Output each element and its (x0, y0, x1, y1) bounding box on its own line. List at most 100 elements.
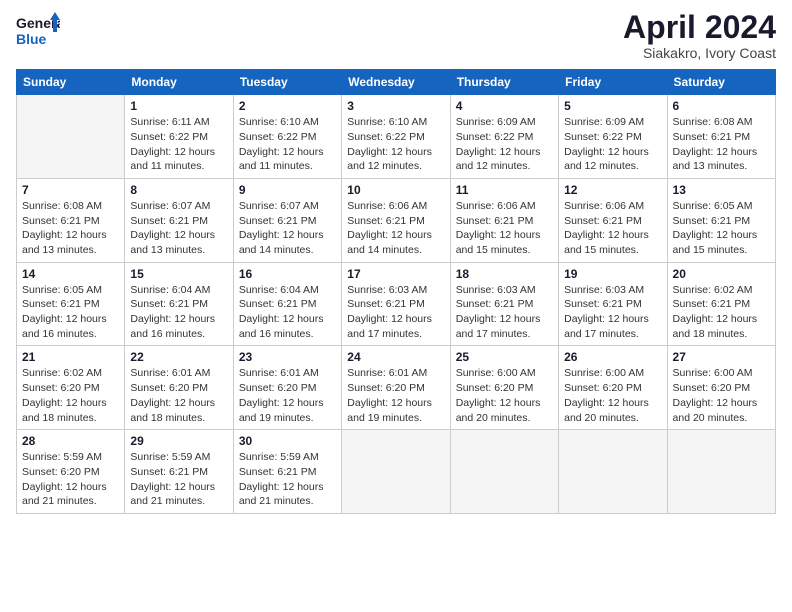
sunrise-text: Sunrise: 6:07 AM (130, 200, 210, 212)
sunset-text: Sunset: 6:20 PM (239, 382, 317, 394)
sunrise-text: Sunrise: 6:10 AM (347, 116, 427, 128)
daylight-text: Daylight: 12 hours and 20 minutes. (456, 397, 541, 424)
sunrise-text: Sunrise: 6:08 AM (673, 116, 753, 128)
sunrise-text: Sunrise: 6:00 AM (673, 367, 753, 379)
day-number: 25 (456, 350, 553, 364)
sunset-text: Sunset: 6:21 PM (564, 215, 642, 227)
sunset-text: Sunset: 6:20 PM (347, 382, 425, 394)
week-row-1: 1 Sunrise: 6:11 AM Sunset: 6:22 PM Dayli… (17, 95, 776, 179)
day-info: Sunrise: 6:05 AM Sunset: 6:21 PM Dayligh… (673, 199, 770, 258)
sunrise-text: Sunrise: 6:06 AM (456, 200, 536, 212)
sunrise-text: Sunrise: 6:00 AM (564, 367, 644, 379)
day-number: 28 (22, 434, 119, 448)
calendar-cell: 25 Sunrise: 6:00 AM Sunset: 6:20 PM Dayl… (450, 346, 558, 430)
sunrise-text: Sunrise: 5:59 AM (239, 451, 319, 463)
calendar-cell: 6 Sunrise: 6:08 AM Sunset: 6:21 PM Dayli… (667, 95, 775, 179)
calendar-cell: 24 Sunrise: 6:01 AM Sunset: 6:20 PM Dayl… (342, 346, 450, 430)
calendar-cell: 11 Sunrise: 6:06 AM Sunset: 6:21 PM Dayl… (450, 178, 558, 262)
sunset-text: Sunset: 6:20 PM (22, 466, 100, 478)
header-day-sunday: Sunday (17, 70, 125, 95)
day-info: Sunrise: 6:04 AM Sunset: 6:21 PM Dayligh… (130, 283, 227, 342)
day-info: Sunrise: 6:01 AM Sunset: 6:20 PM Dayligh… (347, 366, 444, 425)
calendar-cell: 20 Sunrise: 6:02 AM Sunset: 6:21 PM Dayl… (667, 262, 775, 346)
day-number: 16 (239, 267, 336, 281)
sunset-text: Sunset: 6:21 PM (239, 466, 317, 478)
calendar-cell: 7 Sunrise: 6:08 AM Sunset: 6:21 PM Dayli… (17, 178, 125, 262)
sunrise-text: Sunrise: 6:06 AM (347, 200, 427, 212)
week-row-3: 14 Sunrise: 6:05 AM Sunset: 6:21 PM Dayl… (17, 262, 776, 346)
sunrise-text: Sunrise: 6:06 AM (564, 200, 644, 212)
day-number: 9 (239, 183, 336, 197)
day-number: 1 (130, 99, 227, 113)
calendar-cell (667, 430, 775, 514)
daylight-text: Daylight: 12 hours and 18 minutes. (130, 397, 215, 424)
sunset-text: Sunset: 6:21 PM (130, 466, 208, 478)
day-info: Sunrise: 6:06 AM Sunset: 6:21 PM Dayligh… (347, 199, 444, 258)
daylight-text: Daylight: 12 hours and 17 minutes. (347, 313, 432, 340)
sunrise-text: Sunrise: 6:01 AM (130, 367, 210, 379)
sunset-text: Sunset: 6:22 PM (564, 131, 642, 143)
day-number: 19 (564, 267, 661, 281)
daylight-text: Daylight: 12 hours and 11 minutes. (239, 146, 324, 173)
sunset-text: Sunset: 6:21 PM (22, 298, 100, 310)
daylight-text: Daylight: 12 hours and 16 minutes. (22, 313, 107, 340)
sunset-text: Sunset: 6:20 PM (22, 382, 100, 394)
calendar-cell: 13 Sunrise: 6:05 AM Sunset: 6:21 PM Dayl… (667, 178, 775, 262)
sunrise-text: Sunrise: 6:08 AM (22, 200, 102, 212)
sunrise-text: Sunrise: 6:03 AM (347, 284, 427, 296)
sunrise-text: Sunrise: 6:00 AM (456, 367, 536, 379)
sunrise-text: Sunrise: 6:01 AM (239, 367, 319, 379)
calendar-cell: 8 Sunrise: 6:07 AM Sunset: 6:21 PM Dayli… (125, 178, 233, 262)
sunset-text: Sunset: 6:22 PM (456, 131, 534, 143)
calendar-cell: 23 Sunrise: 6:01 AM Sunset: 6:20 PM Dayl… (233, 346, 341, 430)
calendar-cell: 27 Sunrise: 6:00 AM Sunset: 6:20 PM Dayl… (667, 346, 775, 430)
sunset-text: Sunset: 6:20 PM (130, 382, 208, 394)
sunset-text: Sunset: 6:21 PM (22, 215, 100, 227)
header-day-saturday: Saturday (667, 70, 775, 95)
day-info: Sunrise: 6:00 AM Sunset: 6:20 PM Dayligh… (673, 366, 770, 425)
day-info: Sunrise: 6:01 AM Sunset: 6:20 PM Dayligh… (239, 366, 336, 425)
day-info: Sunrise: 6:00 AM Sunset: 6:20 PM Dayligh… (564, 366, 661, 425)
daylight-text: Daylight: 12 hours and 15 minutes. (564, 229, 649, 256)
daylight-text: Daylight: 12 hours and 21 minutes. (22, 481, 107, 508)
sunrise-text: Sunrise: 6:10 AM (239, 116, 319, 128)
sunrise-text: Sunrise: 6:04 AM (239, 284, 319, 296)
daylight-text: Daylight: 12 hours and 18 minutes. (22, 397, 107, 424)
day-number: 11 (456, 183, 553, 197)
day-info: Sunrise: 6:03 AM Sunset: 6:21 PM Dayligh… (564, 283, 661, 342)
sunset-text: Sunset: 6:21 PM (130, 215, 208, 227)
day-number: 10 (347, 183, 444, 197)
sunset-text: Sunset: 6:22 PM (130, 131, 208, 143)
week-row-4: 21 Sunrise: 6:02 AM Sunset: 6:20 PM Dayl… (17, 346, 776, 430)
header: General Blue April 2024 Siakakro, Ivory … (16, 10, 776, 61)
day-number: 6 (673, 99, 770, 113)
day-number: 18 (456, 267, 553, 281)
day-number: 13 (673, 183, 770, 197)
day-info: Sunrise: 6:02 AM Sunset: 6:21 PM Dayligh… (673, 283, 770, 342)
calendar-cell: 19 Sunrise: 6:03 AM Sunset: 6:21 PM Dayl… (559, 262, 667, 346)
sunrise-text: Sunrise: 6:09 AM (564, 116, 644, 128)
daylight-text: Daylight: 12 hours and 16 minutes. (130, 313, 215, 340)
day-number: 29 (130, 434, 227, 448)
daylight-text: Daylight: 12 hours and 17 minutes. (564, 313, 649, 340)
daylight-text: Daylight: 12 hours and 15 minutes. (673, 229, 758, 256)
calendar-cell: 4 Sunrise: 6:09 AM Sunset: 6:22 PM Dayli… (450, 95, 558, 179)
calendar-cell: 5 Sunrise: 6:09 AM Sunset: 6:22 PM Dayli… (559, 95, 667, 179)
day-info: Sunrise: 6:07 AM Sunset: 6:21 PM Dayligh… (130, 199, 227, 258)
week-row-5: 28 Sunrise: 5:59 AM Sunset: 6:20 PM Dayl… (17, 430, 776, 514)
calendar-cell: 21 Sunrise: 6:02 AM Sunset: 6:20 PM Dayl… (17, 346, 125, 430)
calendar-cell: 18 Sunrise: 6:03 AM Sunset: 6:21 PM Dayl… (450, 262, 558, 346)
calendar-cell (559, 430, 667, 514)
day-info: Sunrise: 6:06 AM Sunset: 6:21 PM Dayligh… (564, 199, 661, 258)
sunset-text: Sunset: 6:21 PM (239, 298, 317, 310)
day-number: 26 (564, 350, 661, 364)
sunset-text: Sunset: 6:21 PM (239, 215, 317, 227)
day-info: Sunrise: 6:01 AM Sunset: 6:20 PM Dayligh… (130, 366, 227, 425)
daylight-text: Daylight: 12 hours and 13 minutes. (130, 229, 215, 256)
daylight-text: Daylight: 12 hours and 20 minutes. (673, 397, 758, 424)
daylight-text: Daylight: 12 hours and 21 minutes. (239, 481, 324, 508)
sunrise-text: Sunrise: 6:11 AM (130, 116, 209, 128)
daylight-text: Daylight: 12 hours and 13 minutes. (673, 146, 758, 173)
day-info: Sunrise: 6:00 AM Sunset: 6:20 PM Dayligh… (456, 366, 553, 425)
sunrise-text: Sunrise: 6:03 AM (456, 284, 536, 296)
